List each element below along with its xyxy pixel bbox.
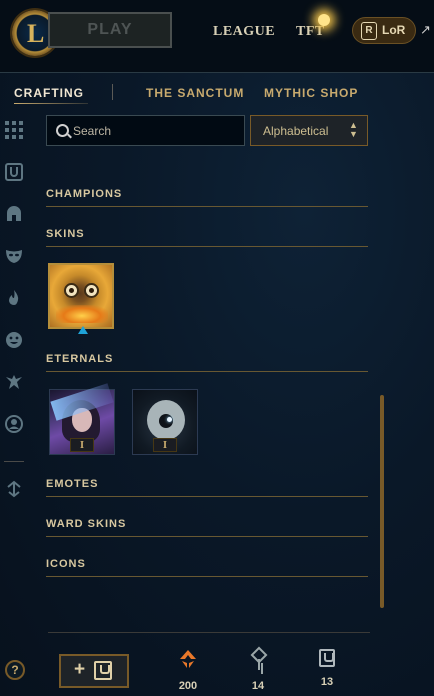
section-icons[interactable]: ICONS (46, 556, 368, 577)
section-skins[interactable]: SKINS (46, 226, 368, 247)
eternal-tier-badge: I (70, 438, 94, 452)
external-link-icon[interactable]: ↗ (420, 22, 431, 38)
sort-dropdown[interactable]: Alphabetical ▲ ▼ (250, 115, 368, 146)
search-input[interactable] (73, 116, 238, 145)
tab-the-sanctum[interactable]: THE SANCTUM (146, 86, 244, 100)
lor-icon: R (361, 22, 377, 40)
currency-chests: 13 (307, 649, 347, 688)
skin-art-flame (56, 305, 108, 323)
currency-key-fragments: 14 (238, 649, 278, 692)
skin-tile[interactable] (48, 263, 114, 329)
ward-icon[interactable] (4, 373, 24, 393)
tab-mythic-shop[interactable]: MYTHIC SHOP (264, 86, 358, 100)
logo-letter: L (27, 19, 45, 48)
profile-icon[interactable] (4, 415, 24, 435)
orange-essence-icon (178, 649, 198, 671)
lor-label: LoR (382, 23, 406, 37)
section-eternals[interactable]: ETERNALS (46, 351, 368, 372)
chest-count: 13 (320, 676, 334, 688)
lor-button[interactable]: R LoR (352, 17, 416, 44)
section-label: CHAMPIONS (46, 188, 123, 200)
emote-icon[interactable] (4, 331, 24, 351)
eternal-tier-badge: I (153, 438, 177, 452)
section-label: SKINS (46, 228, 85, 240)
skin-art-goggles (64, 283, 100, 299)
bottom-divider (48, 632, 370, 633)
chest-icon[interactable] (4, 163, 24, 183)
section-label: ICONS (46, 558, 86, 570)
section-label: WARD SKINS (46, 518, 127, 530)
nav-tft[interactable]: TFT (296, 24, 325, 40)
eternal-tile[interactable]: I (49, 383, 115, 455)
tab-active-underline (14, 103, 88, 104)
help-button[interactable]: ? (5, 660, 25, 680)
section-label: ETERNALS (46, 353, 114, 365)
helmet-icon[interactable] (4, 205, 24, 225)
mask-icon[interactable] (4, 247, 24, 267)
plus-icon: + (74, 659, 86, 680)
eternal-tile[interactable]: I (132, 389, 198, 455)
add-chest-button[interactable]: + (59, 654, 129, 688)
currency-orange-essence: 200 (168, 649, 208, 692)
section-ward-skins[interactable]: WARD SKINS (46, 516, 368, 537)
play-button[interactable]: PLAY (48, 12, 172, 48)
sort-selected-label: Alphabetical (263, 124, 329, 138)
search-box[interactable] (46, 115, 245, 146)
chest-icon (319, 649, 335, 667)
flame-icon[interactable] (4, 289, 24, 309)
arrows-icon[interactable] (4, 480, 24, 500)
selected-marker-icon (78, 326, 88, 334)
tab-divider (112, 84, 113, 100)
orange-essence-count: 200 (178, 680, 198, 692)
tab-crafting[interactable]: CRAFTING (14, 86, 84, 100)
section-label: EMOTES (46, 478, 99, 490)
sidebar-divider (4, 461, 24, 462)
grid-icon[interactable] (4, 121, 24, 141)
scrollbar-thumb[interactable] (380, 395, 384, 608)
top-bar: L PLAY LEAGUE TFT R LoR ↗ (0, 0, 434, 73)
section-emotes[interactable]: EMOTES (46, 476, 368, 497)
nav-league[interactable]: LEAGUE (213, 24, 275, 40)
eternal-art-eye (167, 417, 172, 422)
chevron-up-down-icon: ▲ ▼ (349, 120, 358, 139)
search-icon (56, 124, 69, 137)
chest-icon (94, 661, 112, 680)
section-champions[interactable]: CHAMPIONS (46, 186, 368, 207)
eternal-art (147, 400, 185, 440)
key-fragment-icon (248, 649, 268, 671)
notification-glow-icon (318, 14, 330, 26)
key-fragment-count: 14 (251, 680, 265, 692)
